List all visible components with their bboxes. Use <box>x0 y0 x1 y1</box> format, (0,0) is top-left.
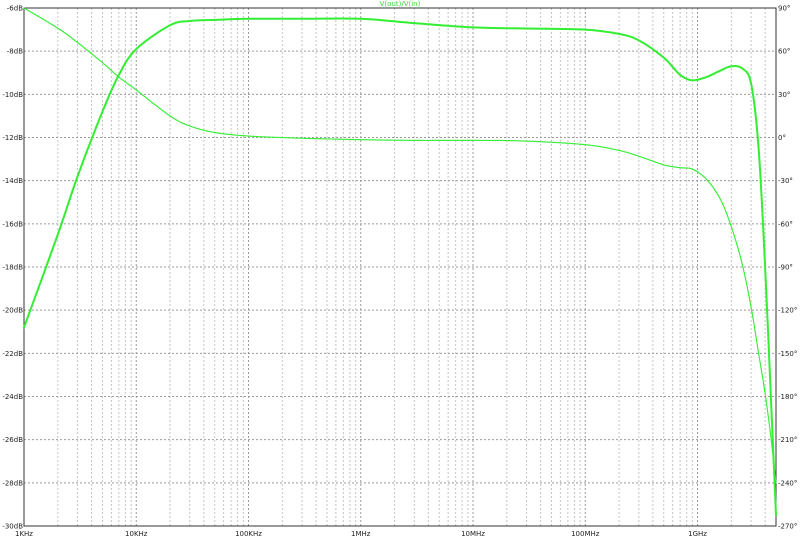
x-tick-label: 100MHz <box>571 530 600 538</box>
y-tick-label-left: -22dB <box>2 350 23 358</box>
y-tick-label-right: -30° <box>778 177 793 185</box>
y-tick-label-left: -18dB <box>2 264 23 272</box>
y-tick-label-right: -210° <box>778 436 797 444</box>
y-tick-label-right: 60° <box>778 48 790 56</box>
y-tick-label-left: -8dB <box>7 48 23 56</box>
y-tick-label-right: -150° <box>778 350 797 358</box>
y-tick-label-left: -20dB <box>2 307 23 315</box>
phase-series-line <box>23 7 777 484</box>
tick-labels: -6dB -8dB -10dB -12dB -14dB -16dB -18dB -20dB -2… <box>2 5 797 539</box>
y-tick-label-right: 90° <box>778 5 790 13</box>
series-layer <box>23 7 777 517</box>
y-tick-label-right: -270° <box>778 523 797 531</box>
y-tick-label-right: -60° <box>778 220 793 228</box>
grid <box>23 7 777 527</box>
chart-title: V(out)/V(in) <box>380 0 421 8</box>
y-tick-label-right: 30° <box>778 91 790 99</box>
y-tick-label-right: -180° <box>778 393 797 401</box>
y-tick-label-left: -14dB <box>2 177 23 185</box>
y-tick-label-left: -28dB <box>2 479 23 487</box>
x-tick-label: 100KHz <box>235 530 262 538</box>
x-tick-label: 10KHz <box>125 530 148 538</box>
y-tick-label-right: -90° <box>778 264 793 272</box>
y-tick-label-left: -12dB <box>2 134 23 142</box>
y-tick-label-left: -6dB <box>7 5 23 13</box>
x-tick-label: 1KHz <box>15 530 33 538</box>
y-tick-label-right: -240° <box>778 479 797 487</box>
x-tick-label: 1MHz <box>351 530 371 538</box>
bode-plot: -6dB -8dB -10dB -12dB -14dB -16dB -18dB -20dB -2… <box>2 0 797 539</box>
y-tick-label-right: -120° <box>778 307 797 315</box>
y-tick-label-left: -24dB <box>2 393 23 401</box>
y-tick-label-left: -26dB <box>2 436 23 444</box>
y-tick-label-left: -16dB <box>2 220 23 228</box>
x-tick-label: 1GHz <box>688 530 707 538</box>
y-tick-label-right: 0° <box>778 134 786 142</box>
x-tick-label: 10MHz <box>461 530 485 538</box>
y-tick-label-left: -10dB <box>2 91 23 99</box>
